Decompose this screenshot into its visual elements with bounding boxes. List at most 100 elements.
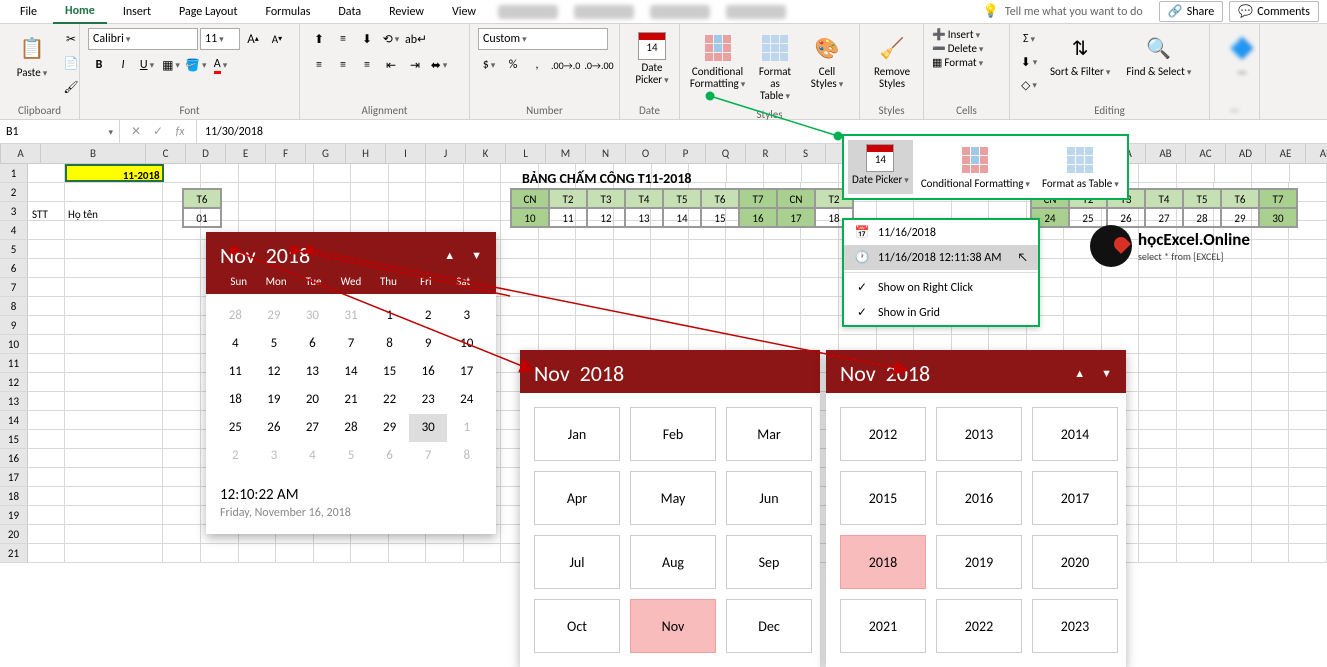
dp-day-20[interactable]: 20 (293, 386, 332, 414)
dp-day-14[interactable]: 14 (332, 358, 371, 386)
format-cells-button[interactable]: ▦Format (932, 56, 983, 69)
cell-C5[interactable] (163, 240, 201, 258)
month-Apr[interactable]: Apr (534, 471, 620, 525)
cell-AG16[interactable] (1289, 449, 1327, 467)
row-header-12[interactable]: 12 (0, 373, 28, 391)
dp-day-2[interactable]: 2 (216, 442, 255, 470)
year-2016[interactable]: 2016 (936, 471, 1022, 525)
cell-G1[interactable] (314, 164, 352, 182)
dp-year[interactable]: 2018 (266, 242, 311, 269)
cell-S7[interactable] (764, 278, 802, 296)
cell-AG1[interactable] (1290, 164, 1327, 182)
cell-A13[interactable] (28, 392, 66, 410)
month-Oct[interactable]: Oct (534, 599, 620, 653)
cell-AC19[interactable] (1139, 506, 1177, 524)
cell-AE11[interactable] (1214, 354, 1252, 372)
cell-AE13[interactable] (1214, 392, 1252, 410)
cell-B20[interactable] (65, 525, 163, 543)
cell-I2[interactable] (389, 183, 427, 201)
cell-AG21[interactable] (1289, 544, 1327, 562)
cell-A17[interactable] (28, 468, 66, 486)
row-header-21[interactable]: 21 (0, 544, 28, 562)
cell-AB9[interactable] (1102, 316, 1140, 334)
cell-N9[interactable] (576, 316, 614, 334)
dp-day-3[interactable]: 3 (255, 442, 294, 470)
year-2012[interactable]: 2012 (840, 407, 926, 461)
cell-AD17[interactable] (1177, 468, 1215, 486)
next-month-button[interactable]: ▼ (471, 249, 482, 262)
dp-day-30[interactable]: 30 (293, 302, 332, 330)
cell-R1[interactable] (727, 164, 765, 182)
cell-H1[interactable] (351, 164, 389, 182)
cell-C16[interactable] (163, 449, 201, 467)
dp-day-16[interactable]: 16 (409, 358, 448, 386)
decrease-indent-button[interactable]: ⇤ (380, 54, 402, 76)
year-2021[interactable]: 2021 (840, 599, 926, 653)
dp-day-31[interactable]: 31 (332, 302, 371, 330)
cell-T8[interactable] (801, 297, 839, 315)
cell-AF16[interactable] (1252, 449, 1290, 467)
cell-AE12[interactable] (1214, 373, 1252, 391)
cell-R5[interactable] (726, 240, 764, 258)
month-Jun[interactable]: Jun (726, 471, 812, 525)
year-2022[interactable]: 2022 (936, 599, 1022, 653)
sort-filter-button[interactable]: ⇅Sort & Filter (1044, 28, 1116, 82)
cut-button[interactable]: ✂ (60, 28, 82, 50)
cell-AF17[interactable] (1252, 468, 1290, 486)
row-header-10[interactable]: 10 (0, 335, 28, 353)
cell-L5[interactable] (501, 240, 539, 258)
cell-B19[interactable] (65, 506, 163, 524)
row-header-8[interactable]: 8 (0, 297, 28, 315)
cell-AF1[interactable] (1252, 164, 1290, 182)
border-button[interactable]: ▦ (160, 54, 182, 76)
col-header-E[interactable]: E (226, 144, 266, 163)
cell-AG15[interactable] (1289, 430, 1327, 448)
cell-AG6[interactable] (1289, 259, 1327, 277)
tab-view[interactable]: View (440, 1, 488, 23)
col-header-AF[interactable]: AF (1306, 144, 1327, 163)
cell-B13[interactable] (65, 392, 163, 410)
cell-A21[interactable] (28, 544, 66, 562)
align-left-button[interactable]: ≡ (308, 54, 330, 76)
italic-button[interactable]: I (112, 54, 134, 76)
dp-day-9[interactable]: 9 (409, 330, 448, 358)
cell-O9[interactable] (614, 316, 652, 334)
mp-month[interactable]: Nov (534, 360, 570, 387)
col-header-K[interactable]: K (466, 144, 506, 163)
col-header-M[interactable]: M (546, 144, 586, 163)
cell-A7[interactable] (28, 278, 66, 296)
col-header-AB[interactable]: AB (1146, 144, 1186, 163)
year-2014[interactable]: 2014 (1032, 407, 1118, 461)
cell-AF11[interactable] (1252, 354, 1290, 372)
cell-C6[interactable] (163, 259, 201, 277)
cell-J21[interactable] (426, 544, 464, 562)
fill-color-button[interactable]: 🪣 (184, 54, 207, 76)
dp-day-13[interactable]: 13 (293, 358, 332, 386)
row-header-3[interactable]: 3 (0, 202, 28, 220)
format-as-table-button[interactable]: Format as Table (751, 28, 799, 106)
cell-AE10[interactable] (1214, 335, 1252, 353)
cell-AG12[interactable] (1289, 373, 1327, 391)
cell-I21[interactable] (389, 544, 427, 562)
cell-L6[interactable] (501, 259, 539, 277)
cell-AD16[interactable] (1177, 449, 1215, 467)
cell-L8[interactable] (501, 297, 539, 315)
dp-day-30[interactable]: 30 (409, 414, 448, 442)
cell-O5[interactable] (614, 240, 652, 258)
cell-AC13[interactable] (1139, 392, 1177, 410)
cell-AF8[interactable] (1252, 297, 1290, 315)
cell-AD12[interactable] (1177, 373, 1215, 391)
row-header-6[interactable]: 6 (0, 259, 28, 277)
mp-year[interactable]: 2018 (580, 360, 625, 387)
clear-button[interactable]: ◇ (1018, 74, 1040, 96)
row-header-1[interactable]: 1 (0, 164, 28, 182)
cell-AF12[interactable] (1252, 373, 1290, 391)
dp-month[interactable]: Nov (220, 242, 256, 269)
insert-cells-button[interactable]: ➕Insert (932, 28, 980, 41)
dp-day-27[interactable]: 27 (293, 414, 332, 442)
cell-J3[interactable] (426, 202, 464, 220)
cell-D1[interactable] (201, 164, 239, 182)
cell-AD1[interactable] (1177, 164, 1215, 182)
cell-G3[interactable] (314, 202, 352, 220)
cell-AF15[interactable] (1252, 430, 1290, 448)
